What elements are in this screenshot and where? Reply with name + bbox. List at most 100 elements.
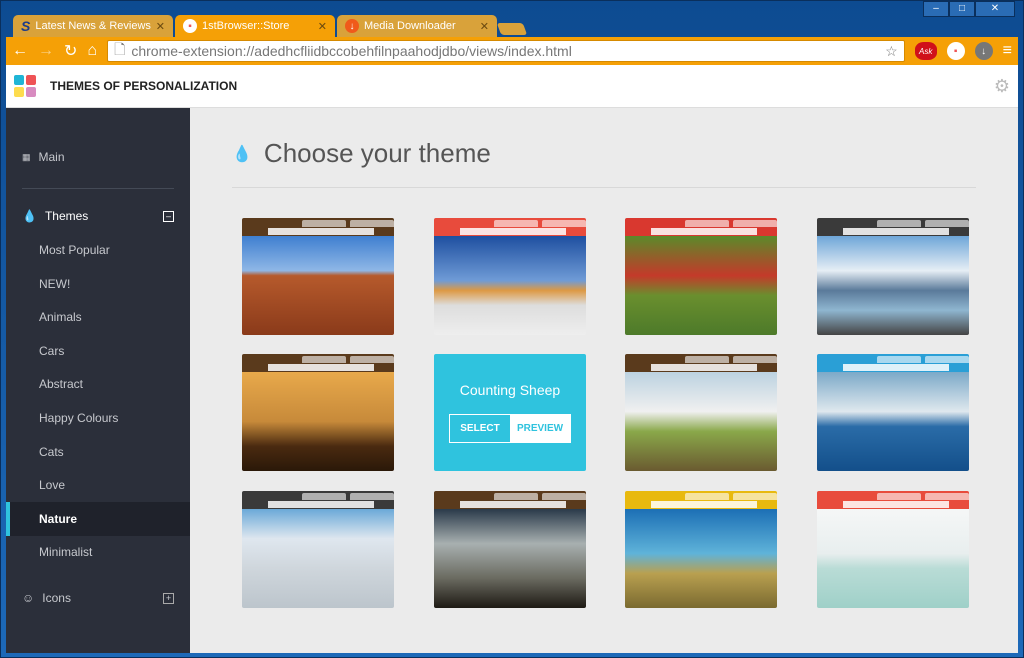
theme-card[interactable] <box>434 218 586 335</box>
theme-preview-image <box>434 236 586 335</box>
theme-toolbar <box>242 363 394 372</box>
theme-card[interactable] <box>242 491 394 608</box>
theme-preview-image <box>817 509 969 608</box>
browser-window: – □ ✕ S Latest News & Reviews by ✕ ▪ 1stBro… <box>0 0 1024 658</box>
forward-icon[interactable]: → <box>38 42 54 60</box>
page-icon: 🗋 <box>114 41 126 57</box>
grid-icon: ▦ <box>22 151 31 162</box>
sidebar-item-nature[interactable]: Nature <box>6 501 190 536</box>
theme-card[interactable] <box>242 354 394 471</box>
theme-card[interactable] <box>817 354 969 471</box>
theme-preview-image <box>625 236 777 335</box>
theme-preview-image <box>817 236 969 335</box>
store-extension-icon[interactable]: ▪ <box>946 42 965 60</box>
theme-toolbar <box>242 500 394 509</box>
theme-preview-image <box>434 509 586 608</box>
minimize-button[interactable]: – <box>923 1 949 17</box>
download-icon: ↓ <box>345 19 359 33</box>
sidebar-item-cars[interactable]: Cars <box>6 334 190 368</box>
theme-tab-bar <box>817 491 969 500</box>
sidebar-item-love[interactable]: Love <box>6 468 190 502</box>
close-tab-icon[interactable]: ✕ <box>480 20 489 33</box>
theme-card[interactable] <box>817 218 969 335</box>
sidebar-item-label: Love <box>39 478 66 493</box>
page-title: 💧 Choose your theme <box>232 138 491 169</box>
theme-name: Counting Sheep <box>459 382 561 398</box>
tab-label: 1stBrowser::Store <box>202 20 290 32</box>
back-icon[interactable]: ← <box>12 42 28 60</box>
sidebar-item-animals[interactable]: Animals <box>6 300 190 334</box>
bookmark-star-icon[interactable]: ☆ <box>885 43 898 60</box>
tab-label: Latest News & Reviews by <box>35 20 151 32</box>
downloader-extension-icon[interactable]: ↓ <box>974 42 993 60</box>
sidebar-item-cats[interactable]: Cats <box>6 435 190 469</box>
tab-media-downloader[interactable]: ↓ Media Downloader ✕ <box>337 15 497 37</box>
close-window-button[interactable]: ✕ <box>975 1 1015 17</box>
maximize-button[interactable]: □ <box>949 1 975 17</box>
sidebar-item-icons[interactable]: ☺ Icons + <box>6 581 190 615</box>
menu-icon[interactable]: ≡ <box>1003 42 1012 60</box>
app-header: THEMES OF PERSONALIZATION ⚙ <box>6 65 1018 108</box>
app-title: THEMES OF PERSONALIZATION <box>50 79 238 93</box>
sidebar-item-happy-colours[interactable]: Happy Colours <box>6 401 190 435</box>
softpedia-s-icon: S <box>21 18 31 34</box>
theme-toolbar <box>625 363 777 372</box>
ask-icon[interactable]: Ask <box>914 42 937 60</box>
address-bar[interactable]: 🗋 chrome-extension://adedhcfliidbccobehfi… <box>107 40 905 62</box>
theme-preview-image <box>242 236 394 335</box>
theme-card[interactable] <box>625 354 777 471</box>
expand-icon[interactable]: + <box>163 592 174 604</box>
divider <box>22 188 174 189</box>
collapse-icon[interactable]: – <box>163 210 174 222</box>
sidebar-item-label: Main <box>38 150 65 164</box>
sidebar-item-abstract[interactable]: Abstract <box>6 367 190 401</box>
home-icon[interactable]: ⌂ <box>87 42 97 60</box>
content-area: 💧 Choose your theme Counting Sheep SELECT P… <box>190 108 1018 653</box>
theme-card[interactable]: Counting Sheep SELECT PREVIEW <box>434 354 586 471</box>
app-logo <box>14 75 36 97</box>
tab-strip: S Latest News & Reviews by ✕ ▪ 1stBrowser::… <box>13 15 528 37</box>
theme-tab-bar <box>625 354 777 363</box>
theme-toolbar <box>817 227 969 236</box>
theme-card[interactable] <box>625 491 777 608</box>
sidebar-item-new[interactable]: NEW! <box>6 267 190 301</box>
drop-icon: 💧 <box>232 145 252 163</box>
theme-toolbar <box>625 227 777 236</box>
sidebar-item-label: Happy Colours <box>39 411 119 425</box>
theme-card[interactable] <box>242 218 394 335</box>
theme-toolbar <box>434 227 586 236</box>
select-button[interactable]: SELECT <box>450 415 510 442</box>
theme-toolbar <box>817 500 969 509</box>
url-text: chrome-extension://adedhcfliidbccobehfil… <box>131 43 572 59</box>
theme-card[interactable] <box>817 491 969 608</box>
new-tab-button[interactable] <box>496 23 528 35</box>
theme-tab-bar <box>434 218 586 227</box>
browser-toolbar: ← → ↻ ⌂ 🗋 chrome-extension://adedhcfliidb… <box>6 37 1018 65</box>
sidebar-item-label: Cars <box>39 343 65 358</box>
sidebar-item-main[interactable]: ▦ Main <box>6 140 190 174</box>
drop-icon: 💧 <box>22 209 37 223</box>
divider <box>232 187 976 188</box>
sidebar-item-most-popular[interactable]: Most Popular <box>6 233 190 267</box>
icons-icon: ☺ <box>22 591 35 605</box>
theme-preview-image <box>625 509 777 608</box>
store-icon: ▪ <box>183 19 197 33</box>
sidebar-item-label: Minimalist <box>39 545 93 560</box>
theme-toolbar <box>242 227 394 236</box>
sidebar-item-themes[interactable]: 💧 Themes – <box>6 199 190 233</box>
reload-icon[interactable]: ↻ <box>64 41 77 61</box>
tab-store[interactable]: ▪ 1stBrowser::Store ✕ <box>175 15 335 37</box>
close-tab-icon[interactable]: ✕ <box>156 20 165 33</box>
page-title-text: Choose your theme <box>263 138 491 168</box>
tab-label: Media Downloader <box>364 20 456 32</box>
tab-softpedia[interactable]: S Latest News & Reviews by ✕ <box>13 15 173 37</box>
theme-preview-image <box>625 372 777 471</box>
theme-card[interactable] <box>434 491 586 608</box>
gear-icon[interactable]: ⚙ <box>994 76 1010 97</box>
close-tab-icon[interactable]: ✕ <box>318 20 327 33</box>
theme-card[interactable] <box>625 218 777 335</box>
theme-tab-bar <box>242 491 394 500</box>
sidebar-item-minimalist[interactable]: Minimalist <box>6 535 190 569</box>
theme-preview-image <box>817 372 969 471</box>
preview-button[interactable]: PREVIEW <box>510 415 570 442</box>
